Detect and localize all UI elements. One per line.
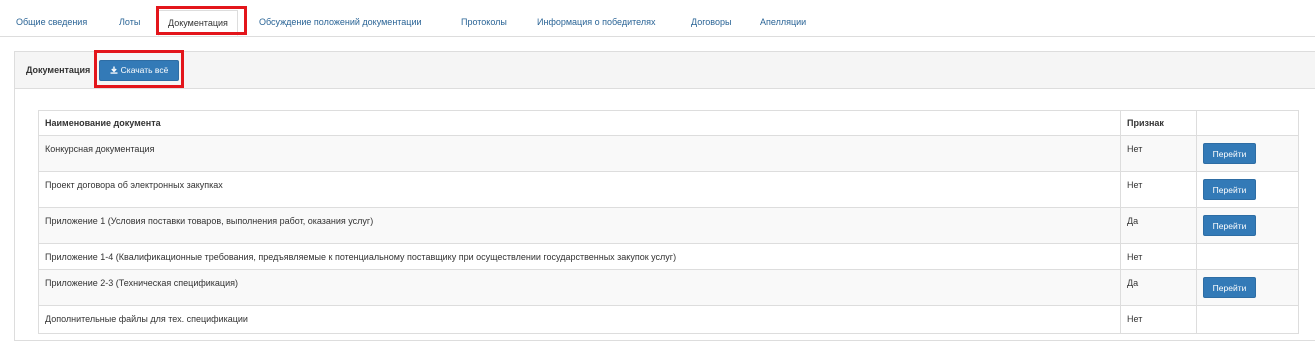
go-button[interactable]: Перейти bbox=[1203, 143, 1256, 164]
flag-cell: Да bbox=[1120, 207, 1197, 244]
documents-table: Наименование документа Признак Конкурсна… bbox=[38, 110, 1299, 334]
flag-cell: Нет bbox=[1120, 305, 1197, 334]
action-cell: Перейти bbox=[1196, 171, 1299, 208]
tab-bar: Общие сведения Лоты Документация Обсужде… bbox=[0, 0, 1315, 37]
column-header-action bbox=[1196, 110, 1299, 136]
action-cell bbox=[1196, 305, 1299, 334]
document-name-cell: Дополнительные файлы для тех. спецификац… bbox=[38, 305, 1121, 334]
go-button[interactable]: Перейти bbox=[1203, 215, 1256, 236]
panel-heading: Документация Скачать всё bbox=[15, 52, 1315, 89]
flag-cell: Да bbox=[1120, 269, 1197, 306]
tab-winners-info[interactable]: Информация о победителях bbox=[537, 10, 655, 36]
tab-general-info[interactable]: Общие сведения bbox=[16, 10, 87, 36]
document-name-cell: Приложение 2-3 (Техническая спецификация… bbox=[38, 269, 1121, 306]
panel-title: Документация bbox=[26, 65, 91, 75]
action-cell bbox=[1196, 243, 1299, 270]
tab-appeals[interactable]: Апелляции bbox=[760, 10, 806, 36]
table-row: Приложение 2-3 (Техническая спецификация… bbox=[38, 269, 1299, 306]
document-name-cell: Конкурсная документация bbox=[38, 135, 1121, 172]
table-row: Приложение 1-4 (Квалификационные требова… bbox=[38, 243, 1299, 270]
document-name-cell: Проект договора об электронных закупках bbox=[38, 171, 1121, 208]
go-button[interactable]: Перейти bbox=[1203, 179, 1256, 200]
document-name-cell: Приложение 1-4 (Квалификационные требова… bbox=[38, 243, 1121, 270]
table-header-row: Наименование документа Признак bbox=[38, 110, 1299, 136]
action-cell: Перейти bbox=[1196, 207, 1299, 244]
document-name-cell: Приложение 1 (Условия поставки товаров, … bbox=[38, 207, 1121, 244]
tab-documentation-discussion[interactable]: Обсуждение положений документации bbox=[259, 10, 422, 36]
tab-protocols[interactable]: Протоколы bbox=[461, 10, 507, 36]
table-row: Дополнительные файлы для тех. спецификац… bbox=[38, 305, 1299, 334]
table-row: Приложение 1 (Условия поставки товаров, … bbox=[38, 207, 1299, 244]
download-icon bbox=[110, 66, 118, 74]
flag-cell: Нет bbox=[1120, 135, 1197, 172]
action-cell: Перейти bbox=[1196, 135, 1299, 172]
table-row: Конкурсная документация Нет Перейти bbox=[38, 135, 1299, 172]
tab-contracts[interactable]: Договоры bbox=[691, 10, 731, 36]
flag-cell: Нет bbox=[1120, 243, 1197, 270]
tab-lots[interactable]: Лоты bbox=[119, 10, 140, 36]
tab-documentation[interactable]: Документация bbox=[158, 10, 238, 36]
download-all-button[interactable]: Скачать всё bbox=[99, 60, 179, 81]
go-button[interactable]: Перейти bbox=[1203, 277, 1256, 298]
action-cell: Перейти bbox=[1196, 269, 1299, 306]
column-header-flag: Признак bbox=[1120, 110, 1197, 136]
download-all-label: Скачать всё bbox=[120, 65, 169, 75]
table-row: Проект договора об электронных закупках … bbox=[38, 171, 1299, 208]
flag-cell: Нет bbox=[1120, 171, 1197, 208]
column-header-document-name: Наименование документа bbox=[38, 110, 1121, 136]
